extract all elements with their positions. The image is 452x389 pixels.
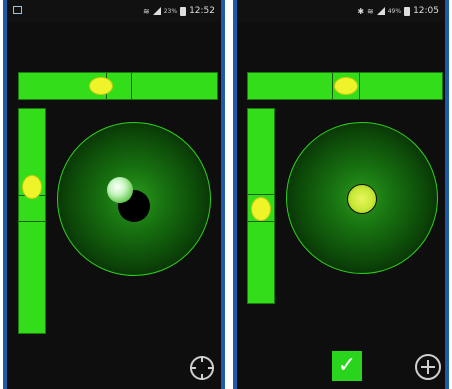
plus-circle-icon <box>421 360 435 374</box>
left-phone-screen: ≋ 23% 12:52 <box>3 0 225 389</box>
battery-percent: 23% <box>163 7 178 15</box>
level-marker-left <box>332 73 333 99</box>
crosshair-icon <box>190 356 214 380</box>
add-button[interactable] <box>415 354 441 380</box>
status-clock: 12:05 <box>413 6 439 16</box>
level-marker-bottom <box>248 221 274 222</box>
battery-icon <box>180 6 187 16</box>
level-marker-top <box>248 194 274 195</box>
status-clock: 12:52 <box>189 6 215 16</box>
horizontal-level-bubble <box>334 77 358 95</box>
calibrate-button[interactable] <box>190 356 214 380</box>
level-marker-right <box>131 73 132 99</box>
confirm-button[interactable]: ✓ <box>332 351 362 381</box>
status-bar: ✱ ≋ 49% 12:05 <box>237 0 445 22</box>
level-marker-right <box>359 73 360 99</box>
vertical-level-bar <box>18 108 46 334</box>
level-marker-bottom <box>19 221 45 222</box>
right-phone-screen: ✱ ≋ 49% 12:05 ✓ <box>233 0 449 389</box>
horizontal-level-bar <box>18 72 218 100</box>
vertical-level-bubble <box>251 197 271 221</box>
wifi-icon: ≋ <box>367 6 374 16</box>
battery-percent: 49% <box>387 7 402 15</box>
signal-icon <box>152 7 161 15</box>
checkmark-icon: ✓ <box>337 353 357 378</box>
vertical-level-bar <box>247 108 275 304</box>
vertical-level-bubble <box>22 175 42 199</box>
wifi-icon: ≋ <box>143 6 150 16</box>
horizontal-level-bubble <box>89 77 113 95</box>
signal-icon <box>376 7 385 15</box>
bluetooth-icon: ✱ <box>357 6 365 16</box>
level-ball <box>107 177 133 203</box>
status-bar: ≋ 23% 12:52 <box>7 0 221 22</box>
horizontal-level-bar <box>247 72 443 100</box>
level-ball-centered <box>347 184 377 214</box>
notification-icon <box>13 6 22 14</box>
battery-icon <box>404 6 411 16</box>
